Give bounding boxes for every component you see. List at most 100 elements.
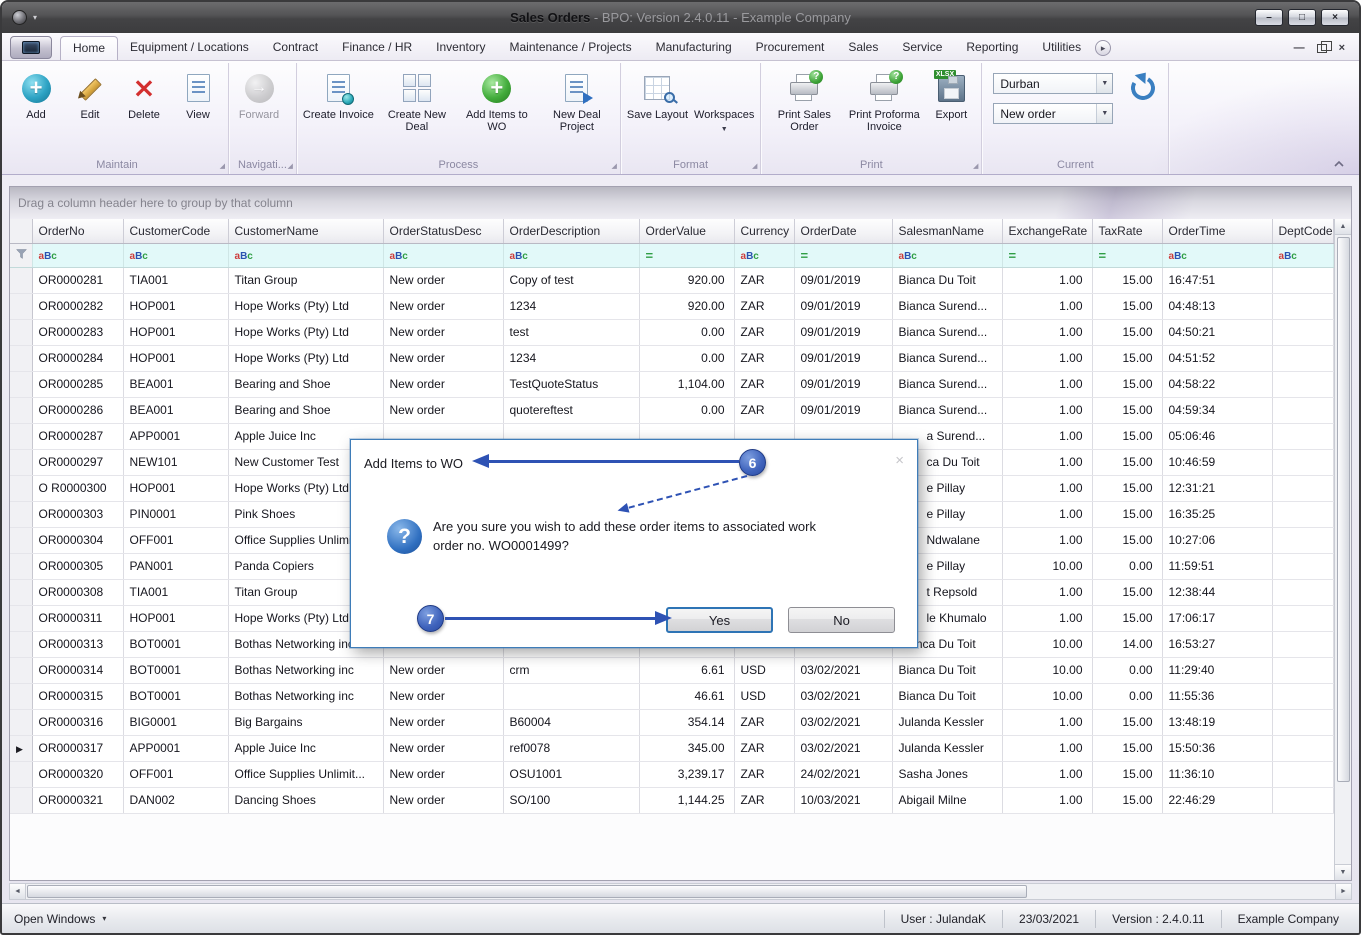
child-minimize-button[interactable]: — (1294, 43, 1305, 54)
tab-scroll-right-button[interactable]: ▸ (1095, 40, 1112, 56)
tab-manufacturing[interactable]: Manufacturing (644, 36, 744, 60)
scroll-up-button[interactable]: ▲ (1335, 219, 1351, 235)
yes-button[interactable]: Yes (666, 607, 773, 633)
view-button[interactable]: View (171, 66, 225, 123)
open-windows-button[interactable]: Open Windows ▾ (2, 912, 106, 926)
tab-inventory[interactable]: Inventory (424, 36, 497, 60)
table-row[interactable]: OR0000285 BEA001 Bearing and Shoe New order… (10, 371, 1334, 398)
filter-cell-exchangerate[interactable]: = (1002, 243, 1093, 268)
column-header-ordervalue[interactable]: OrderValue (639, 219, 735, 244)
create-invoice-button[interactable]: Create Invoice (300, 66, 377, 123)
table-row[interactable]: OR0000282 HOP001 Hope Works (Pty) Ltd New o… (10, 293, 1334, 320)
filter-cell-ordertime[interactable]: aBc (1162, 243, 1273, 268)
edit-button[interactable]: Edit (63, 66, 117, 123)
filter-cell-deptcode[interactable]: aBc (1272, 243, 1334, 268)
dialog-launcher-icon[interactable]: ◢ (973, 163, 978, 170)
cell-dept (1272, 371, 1334, 398)
filter-cell-orderdate[interactable]: = (794, 243, 893, 268)
tab-utilities[interactable]: Utilities (1030, 36, 1093, 60)
scroll-right-button[interactable]: ► (1335, 884, 1351, 899)
dialog-close-icon[interactable]: × (895, 452, 904, 469)
row-indicator (10, 371, 33, 398)
table-row[interactable]: OR0000320 OFF001 Office Supplies Unlimit..… (10, 761, 1334, 788)
dialog-launcher-icon[interactable]: ◢ (220, 163, 225, 170)
child-restore-button[interactable] (1316, 41, 1332, 53)
refresh-button[interactable] (1121, 66, 1165, 108)
new-deal-project-button[interactable]: New Deal Project (537, 66, 617, 135)
table-row[interactable]: OR0000284 HOP001 Hope Works (Pty) Ltd New o… (10, 345, 1334, 372)
child-close-button[interactable]: × (1339, 43, 1345, 54)
filter-cell-salesmanname[interactable]: aBc (892, 243, 1003, 268)
tab-procurement[interactable]: Procurement (744, 36, 837, 60)
collapse-ribbon-button[interactable] (1331, 156, 1347, 170)
horizontal-scrollbar[interactable]: ◄ ► (9, 883, 1352, 900)
filter-cell-currency[interactable]: aBc (734, 243, 795, 268)
create-new-deal-button[interactable]: Create New Deal (377, 66, 457, 135)
tab-contract[interactable]: Contract (261, 36, 330, 60)
column-header-exchangerate[interactable]: ExchangeRate (1002, 219, 1093, 244)
table-row[interactable]: OR0000314 BOT0001 Bothas Networking inc New… (10, 657, 1334, 684)
horizontal-scroll-thumb[interactable] (27, 885, 1027, 898)
filter-cell-orderno[interactable]: aBc (32, 243, 124, 268)
column-header-salesmanname[interactable]: SalesmanName (892, 219, 1003, 244)
tab-maintenance-projects[interactable]: Maintenance / Projects (498, 36, 644, 60)
tab-home[interactable]: Home (60, 36, 119, 60)
print-sales-order-button[interactable]: ? Print Sales Order (764, 66, 844, 135)
save-layout-button[interactable]: Save Layout (624, 66, 691, 123)
filter-cell-ordervalue[interactable]: = (639, 243, 735, 268)
add-button[interactable]: + Add (9, 66, 63, 123)
dialog-launcher-icon[interactable]: ◢ (611, 163, 616, 170)
table-row[interactable]: OR0000316 BIG0001 Big Bargains New order B60… (10, 709, 1334, 736)
export-button[interactable]: XLSX Export (924, 66, 978, 123)
dialog-launcher-icon[interactable]: ◢ (752, 163, 757, 170)
cell-order_no: OR0000284 (32, 345, 124, 372)
forward-button[interactable]: → Forward (232, 66, 286, 123)
table-row[interactable]: OR0000283 HOP001 Hope Works (Pty) Ltd New o… (10, 319, 1334, 346)
filter-cell-customername[interactable]: aBc (228, 243, 384, 268)
table-row[interactable]: ▶ OR0000317 APP0001 Apple Juice Inc New orde… (10, 735, 1334, 762)
no-button[interactable]: No (788, 607, 895, 633)
filter-funnel-icon[interactable] (10, 243, 33, 268)
tab-service[interactable]: Service (890, 36, 954, 60)
vertical-scrollbar[interactable]: ▲ ▼ (1334, 219, 1351, 880)
table-row[interactable]: OR0000315 BOT0001 Bothas Networking inc New… (10, 683, 1334, 710)
dialog-launcher-icon[interactable]: ◢ (288, 163, 293, 170)
delete-button[interactable]: × Delete (117, 66, 171, 123)
tab-equipment-locations[interactable]: Equipment / Locations (118, 36, 261, 60)
filter-cell-customercode[interactable]: aBc (123, 243, 229, 268)
application-menu-button[interactable] (10, 36, 52, 59)
tab-reporting[interactable]: Reporting (954, 36, 1030, 60)
column-header-orderstatusdesc[interactable]: OrderStatusDesc (383, 219, 504, 244)
maximize-button[interactable]: □ (1288, 9, 1316, 26)
tab-finance-hr[interactable]: Finance / HR (330, 36, 424, 60)
filter-cell-orderdescription[interactable]: aBc (503, 243, 640, 268)
tab-sales[interactable]: Sales (836, 36, 890, 60)
column-header-taxrate[interactable]: TaxRate (1092, 219, 1163, 244)
filter-cell-orderstatusdesc[interactable]: aBc (383, 243, 504, 268)
column-header-customername[interactable]: CustomerName (228, 219, 384, 244)
close-button[interactable]: × (1321, 9, 1349, 26)
column-header-orderdate[interactable]: OrderDate (794, 219, 893, 244)
group-by-bar[interactable]: Drag a column header here to group by th… (9, 186, 1352, 219)
column-header-currency[interactable]: Currency (734, 219, 795, 244)
column-header-orderno[interactable]: OrderNo (32, 219, 124, 244)
vertical-scroll-thumb[interactable] (1336, 237, 1350, 782)
scroll-down-button[interactable]: ▼ (1335, 864, 1351, 880)
add-items-to-wo-button[interactable]: + Add Items to WO (457, 66, 537, 135)
scroll-left-button[interactable]: ◄ (10, 884, 26, 899)
chevron-up-icon (1334, 160, 1344, 167)
workspaces-button[interactable]: Workspaces ▼ (691, 66, 757, 138)
column-header-ordertime[interactable]: OrderTime (1162, 219, 1273, 244)
table-row[interactable]: OR0000281 TIA001 Titan Group New order Copy … (10, 267, 1334, 294)
table-row[interactable]: OR0000286 BEA001 Bearing and Shoe New order… (10, 397, 1334, 424)
minimize-button[interactable]: – (1255, 9, 1283, 26)
print-proforma-invoice-button[interactable]: ? Print Proforma Invoice (844, 66, 924, 135)
column-header-orderdescription[interactable]: OrderDescription (503, 219, 640, 244)
order-status-dropdown[interactable]: New order ▼ (993, 103, 1114, 124)
table-row[interactable]: OR0000321 DAN002 Dancing Shoes New order SO/… (10, 787, 1334, 814)
filter-cell-taxrate[interactable]: = (1092, 243, 1163, 268)
column-header-deptcode[interactable]: DeptCode (1272, 219, 1334, 244)
site-dropdown[interactable]: Durban ▼ (993, 73, 1114, 94)
column-header-customercode[interactable]: CustomerCode (123, 219, 229, 244)
quick-access-caret-icon[interactable]: ▾ (33, 13, 37, 22)
